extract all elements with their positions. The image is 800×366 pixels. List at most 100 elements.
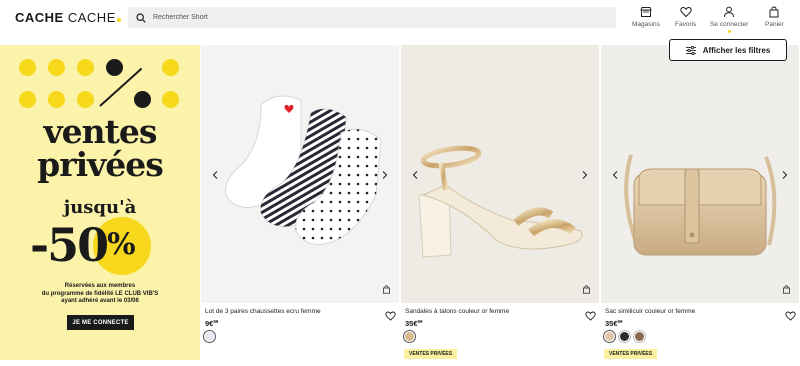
- decor-dot: [77, 91, 94, 108]
- promo-title-line2: privées: [37, 145, 164, 184]
- product-image[interactable]: [601, 45, 799, 303]
- carousel-next-button[interactable]: [579, 169, 591, 181]
- promo-title-line1: ventes: [43, 112, 158, 151]
- product-image[interactable]: [401, 45, 599, 303]
- price-cents: 99: [617, 319, 623, 324]
- promo-discount: -50%: [30, 215, 136, 275]
- price-main: 35€: [405, 319, 418, 328]
- nav-label-cart: Panier: [765, 21, 784, 28]
- decor-dot: [19, 59, 36, 76]
- heart-icon: [679, 7, 692, 18]
- color-swatches: [204, 331, 219, 342]
- add-to-favorites-button[interactable]: [585, 308, 596, 321]
- product-price: 35€99: [405, 319, 423, 328]
- promo-note-line3: ayant adhéré avant le 03/06: [61, 298, 139, 304]
- chevron-left-icon: [212, 171, 218, 179]
- nav-label-stores: Magasins: [632, 21, 660, 28]
- heart-icon: [585, 311, 596, 321]
- product-image[interactable]: [201, 45, 399, 303]
- price-main: 35€: [605, 319, 618, 328]
- nav-stores[interactable]: Magasins: [632, 6, 660, 28]
- add-to-favorites-button[interactable]: [385, 308, 396, 321]
- promo-discount-value: -50: [30, 218, 109, 272]
- promo-percent-sign: %: [107, 227, 136, 262]
- bag-icon: [782, 284, 790, 294]
- product-price: 35€99: [605, 319, 623, 328]
- logo-text-bold: CACHE: [15, 10, 64, 25]
- color-swatch[interactable]: [604, 331, 615, 342]
- show-filters-button[interactable]: Afficher les filtres: [669, 39, 787, 61]
- add-to-favorites-button[interactable]: [785, 308, 796, 321]
- chevron-left-icon: [412, 171, 418, 179]
- sandals-illustration: [401, 45, 599, 303]
- product-title[interactable]: Sac similicuir couleur or femme: [605, 308, 695, 315]
- show-filters-label: Afficher les filtres: [702, 45, 771, 55]
- user-icon: [724, 6, 735, 18]
- decor-dot: [77, 59, 94, 76]
- chevron-right-icon: [382, 171, 388, 179]
- color-swatch[interactable]: [204, 331, 215, 342]
- bag-icon: [582, 284, 590, 294]
- product-price: 9€99: [205, 319, 218, 328]
- product-title[interactable]: Sandales à talons couleur or femme: [405, 308, 509, 315]
- logo-text-light: CACHE: [67, 10, 116, 25]
- search-icon: [136, 12, 146, 23]
- nav-favorites[interactable]: Favoris: [675, 6, 696, 28]
- product-card[interactable]: Sandales à talons couleur or femme 35€99…: [401, 45, 599, 366]
- handbag-illustration: [601, 45, 799, 303]
- carousel-prev-button[interactable]: [209, 169, 221, 181]
- color-swatch[interactable]: [404, 331, 415, 342]
- login-indicator-dot: [727, 30, 731, 33]
- decor-dot-dark: [106, 59, 123, 76]
- product-title[interactable]: Lot de 3 paires chaussettes ecru femme: [205, 308, 321, 315]
- color-swatches: [404, 331, 419, 342]
- price-cents: 99: [417, 319, 423, 324]
- nav-login[interactable]: Se connecter: [710, 6, 748, 33]
- carousel-prev-button[interactable]: [609, 169, 621, 181]
- login-cta-button[interactable]: JE ME CONNECTE: [67, 315, 134, 330]
- heart-icon: [785, 311, 796, 321]
- add-to-cart-button[interactable]: [579, 282, 593, 296]
- bag-icon: [769, 6, 779, 18]
- decor-dot: [48, 91, 65, 108]
- heart-icon: [385, 311, 396, 321]
- decor-dot: [162, 91, 179, 108]
- nav-label-favorites: Favoris: [675, 21, 697, 28]
- carousel-prev-button[interactable]: [409, 169, 421, 181]
- promo-conditions: Réservées aux membres du programme de fi…: [20, 283, 180, 306]
- add-to-cart-button[interactable]: [779, 282, 793, 296]
- color-swatch[interactable]: [619, 331, 630, 342]
- decor-dot: [162, 59, 179, 76]
- logo-dot: [116, 18, 121, 22]
- carousel-next-button[interactable]: [779, 169, 791, 181]
- filter-sliders-icon: [685, 45, 696, 55]
- promo-note-line2: du programme de fidélité LE CLUB VIB'S: [41, 290, 159, 297]
- chevron-right-icon: [782, 171, 788, 179]
- color-swatch[interactable]: [634, 331, 645, 342]
- promo-note-line1: Réservées aux membres: [64, 283, 136, 289]
- nav-label-login: Se connecter: [710, 21, 749, 28]
- nav-cart[interactable]: Panier: [765, 6, 784, 28]
- private-sales-badge: VENTES PRIVÉES: [604, 349, 658, 359]
- price-cents: 99: [213, 319, 219, 324]
- chevron-left-icon: [612, 171, 618, 179]
- color-swatches: [604, 331, 649, 342]
- add-to-cart-button[interactable]: [379, 282, 393, 296]
- search-bar[interactable]: [128, 7, 616, 28]
- search-input[interactable]: [153, 14, 553, 21]
- carousel-next-button[interactable]: [379, 169, 391, 181]
- socks-illustration: [201, 45, 399, 303]
- product-card[interactable]: Sac similicuir couleur or femme 35€99 VE…: [601, 45, 799, 366]
- decor-dot: [48, 59, 65, 76]
- promo-title: ventes privées: [0, 115, 200, 181]
- product-card[interactable]: Lot de 3 paires chaussettes ecru femme 9…: [201, 45, 399, 366]
- private-sales-badge: VENTES PRIVÉES: [404, 349, 458, 359]
- private-sales-banner[interactable]: ventes privées jusqu'à -50% Réservées au…: [0, 45, 200, 360]
- decor-dot: [19, 91, 36, 108]
- site-header: CACHE CACHE Magasins Favoris Se connecte…: [0, 0, 800, 40]
- bag-icon: [382, 284, 390, 294]
- store-icon: [640, 7, 652, 17]
- brand-logo[interactable]: CACHE CACHE: [15, 10, 121, 25]
- chevron-right-icon: [582, 171, 588, 179]
- decor-dot-dark: [134, 91, 151, 108]
